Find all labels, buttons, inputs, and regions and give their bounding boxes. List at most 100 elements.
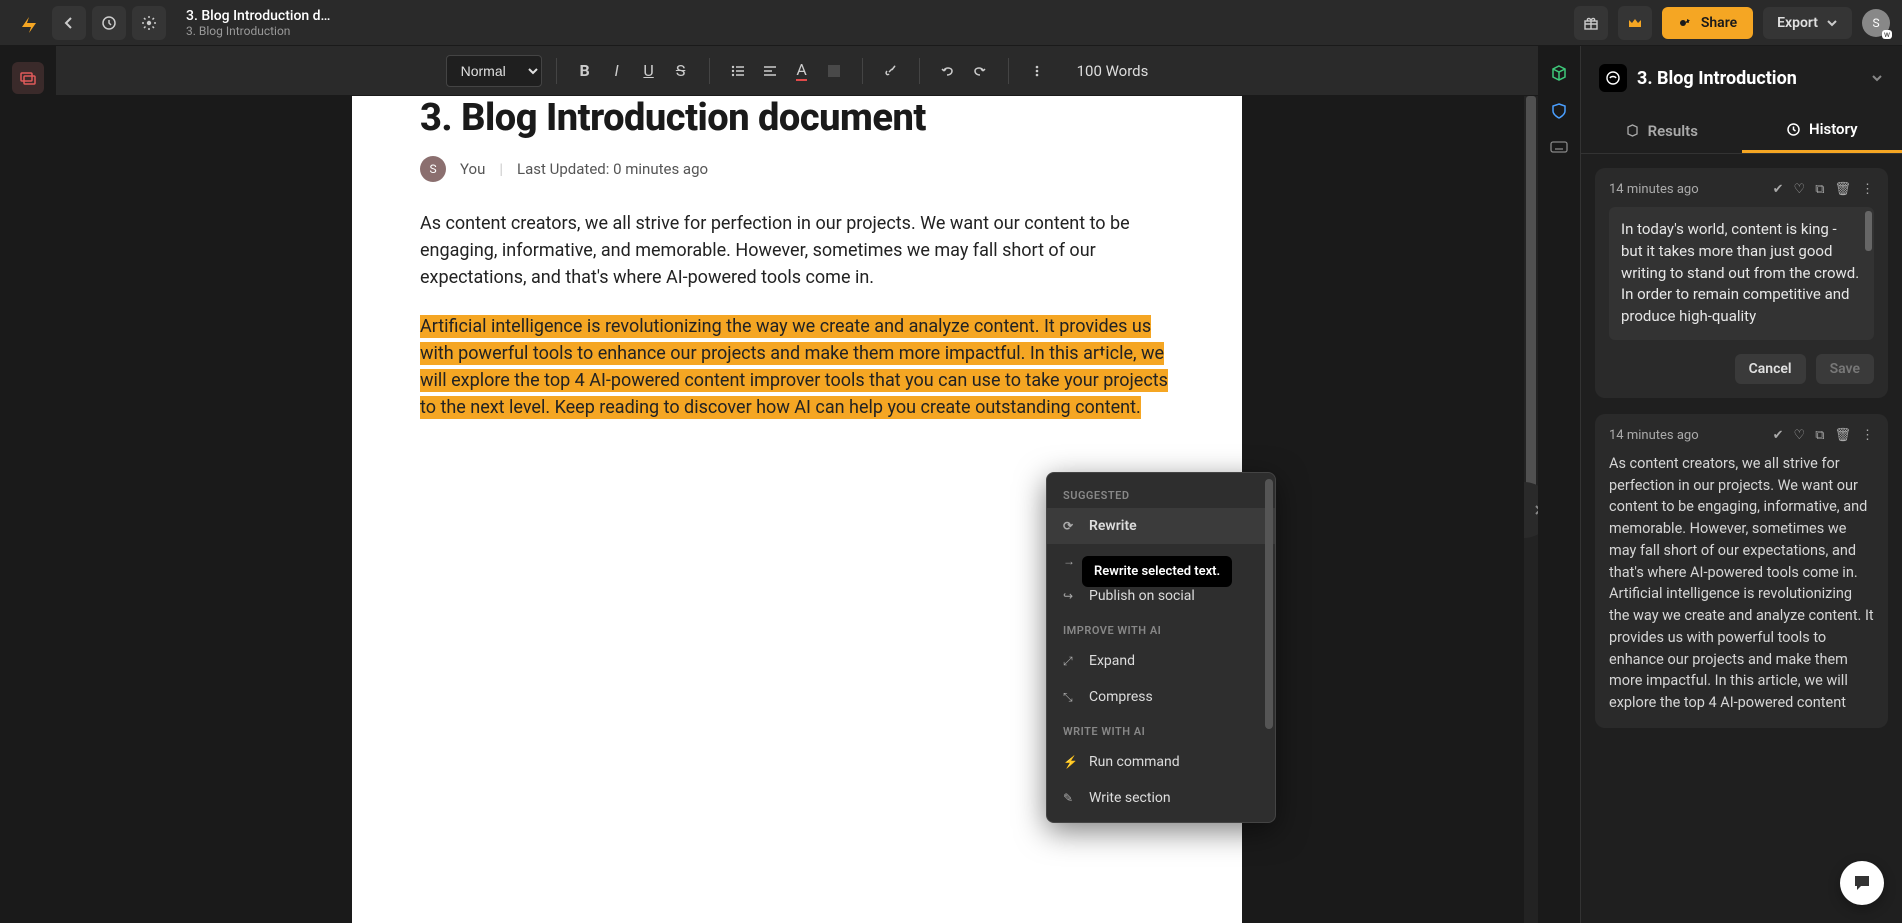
tab-history-label: History bbox=[1809, 120, 1858, 138]
app-logo[interactable] bbox=[12, 6, 46, 40]
tab-results[interactable]: Results bbox=[1581, 108, 1742, 153]
card-buttons: Cancel Save bbox=[1609, 354, 1874, 384]
save-button[interactable]: Save bbox=[1816, 354, 1874, 384]
card-header: 14 minutes ago ✔ ♡ ⧉ 🗑 ⋮ bbox=[1609, 428, 1874, 443]
text-color-button[interactable]: A bbox=[788, 57, 816, 85]
bullet-list-button[interactable] bbox=[724, 57, 752, 85]
tab-history[interactable]: History bbox=[1742, 108, 1902, 153]
heart-icon[interactable]: ♡ bbox=[1794, 182, 1806, 197]
redo-button[interactable] bbox=[966, 57, 994, 85]
share-button[interactable]: Share bbox=[1662, 7, 1753, 39]
last-updated: Last Updated: 0 minutes ago bbox=[517, 160, 708, 178]
top-left: 3. Blog Introduction d… 3. Blog Introduc… bbox=[12, 6, 330, 40]
gift-icon[interactable] bbox=[1574, 6, 1608, 40]
check-icon[interactable]: ✔ bbox=[1773, 428, 1784, 443]
author-name: You bbox=[460, 160, 485, 178]
export-button[interactable]: Export bbox=[1763, 7, 1852, 39]
underline-button[interactable]: U bbox=[635, 57, 663, 85]
paragraph-style-select[interactable]: Normal bbox=[446, 55, 542, 87]
history-icon[interactable] bbox=[92, 6, 126, 40]
panel-collapse-handle[interactable] bbox=[1524, 482, 1538, 538]
media-icon[interactable] bbox=[12, 62, 44, 94]
ctx-section-write: WRITE WITH AI bbox=[1047, 715, 1275, 744]
doc-title-area: 3. Blog Introduction d… 3. Blog Introduc… bbox=[186, 8, 330, 38]
paragraph-2-highlighted: Artificial intelligence is revolutionizi… bbox=[420, 313, 1174, 421]
share-arrow-icon: ↪ bbox=[1063, 589, 1077, 603]
divider bbox=[919, 58, 920, 84]
cancel-button[interactable]: Cancel bbox=[1735, 354, 1806, 384]
check-icon[interactable]: ✔ bbox=[1773, 182, 1784, 197]
panel-icon bbox=[1599, 64, 1627, 92]
ctx-run-command[interactable]: ⚡ Run command bbox=[1047, 744, 1275, 780]
panel-header: 3. Blog Introduction bbox=[1581, 46, 1902, 92]
trash-icon[interactable]: 🗑 bbox=[1834, 182, 1851, 197]
ctx-section-improve: IMPROVE WITH AI bbox=[1047, 614, 1275, 643]
divider bbox=[1008, 58, 1009, 84]
divider bbox=[862, 58, 863, 84]
heart-icon[interactable]: ♡ bbox=[1794, 428, 1806, 443]
ctx-write-section[interactable]: ✎Write section bbox=[1047, 780, 1275, 816]
editor-toolbar: Normal B I U S A 100 Words bbox=[56, 46, 1538, 96]
keyboard-icon[interactable] bbox=[1550, 140, 1568, 154]
chat-bubble[interactable] bbox=[1840, 861, 1884, 905]
panel-title: 3. Blog Introduction bbox=[1637, 68, 1860, 89]
author-avatar: S bbox=[420, 156, 446, 182]
card-actions: ✔ ♡ ⧉ 🗑 ⋮ bbox=[1773, 428, 1874, 443]
selection-handle[interactable] bbox=[1096, 355, 1105, 364]
context-scrollbar[interactable] bbox=[1265, 479, 1273, 729]
rewrite-tooltip: Rewrite selected text. bbox=[1082, 556, 1232, 587]
cube-small-icon bbox=[1625, 123, 1640, 138]
export-label: Export bbox=[1777, 15, 1818, 31]
card-timestamp: 14 minutes ago bbox=[1609, 428, 1773, 443]
sidebar-rail bbox=[1538, 46, 1580, 923]
highlight-button[interactable] bbox=[820, 57, 848, 85]
trash-icon[interactable]: 🗑 bbox=[1834, 428, 1851, 443]
refresh-icon: ⟳ bbox=[1063, 519, 1077, 533]
meta-separator: | bbox=[499, 160, 503, 178]
cube-icon[interactable] bbox=[1550, 64, 1568, 82]
more-icon[interactable]: ⋮ bbox=[1861, 428, 1874, 443]
link-button[interactable] bbox=[877, 57, 905, 85]
ctx-run-command-label: Run command bbox=[1089, 754, 1180, 770]
ctx-compress-label: Compress bbox=[1089, 689, 1153, 705]
card-scrollbar[interactable] bbox=[1865, 211, 1872, 251]
bold-button[interactable]: B bbox=[571, 57, 599, 85]
ctx-rewrite[interactable]: ⟳Rewrite bbox=[1047, 508, 1275, 544]
doc-title[interactable]: 3. Blog Introduction d… bbox=[186, 8, 330, 24]
settings-icon[interactable] bbox=[132, 6, 166, 40]
word-count: 100 Words bbox=[1077, 62, 1149, 80]
ctx-compress[interactable]: ⤡ Compress bbox=[1047, 679, 1275, 715]
compress-icon: ⤡ bbox=[1063, 690, 1077, 705]
copy-icon[interactable]: ⧉ bbox=[1815, 428, 1824, 443]
shield-icon[interactable] bbox=[1550, 102, 1568, 120]
pencil-icon: ✎ bbox=[1063, 791, 1077, 805]
align-button[interactable] bbox=[756, 57, 784, 85]
more-icon[interactable]: ⋮ bbox=[1861, 182, 1874, 197]
chevron-down-icon bbox=[1826, 17, 1838, 29]
paragraph-1: As content creators, we all strive for p… bbox=[420, 210, 1174, 291]
expand-icon: ⤢ bbox=[1063, 654, 1077, 669]
card-header: 14 minutes ago ✔ ♡ ⧉ 🗑 ⋮ bbox=[1609, 182, 1874, 197]
bolt-icon: ⚡ bbox=[1063, 755, 1077, 769]
user-avatar[interactable]: S w bbox=[1862, 9, 1890, 37]
ctx-expand[interactable]: ⤢Expand bbox=[1047, 643, 1275, 679]
back-button[interactable] bbox=[52, 6, 86, 40]
copy-icon[interactable]: ⧉ bbox=[1815, 182, 1824, 197]
doc-breadcrumb[interactable]: 3. Blog Introduction bbox=[186, 24, 330, 38]
history-card-2: 14 minutes ago ✔ ♡ ⧉ 🗑 ⋮ As content crea… bbox=[1595, 414, 1888, 728]
card-timestamp: 14 minutes ago bbox=[1609, 182, 1773, 197]
card-text: In today's world, content is king - but … bbox=[1609, 207, 1874, 340]
panel-tabs: Results History bbox=[1581, 108, 1902, 154]
right-panel: 3. Blog Introduction Results History 14 … bbox=[1580, 46, 1902, 923]
divider bbox=[556, 58, 557, 84]
document-page[interactable]: 3. Blog Introduction document S You | La… bbox=[352, 96, 1242, 923]
page-title: 3. Blog Introduction document bbox=[420, 96, 1174, 140]
strikethrough-button[interactable]: S bbox=[667, 57, 695, 85]
arrow-right-icon: → bbox=[1063, 554, 1077, 568]
crown-icon[interactable] bbox=[1618, 6, 1652, 40]
chevron-down-icon[interactable] bbox=[1870, 71, 1884, 85]
scrollbar-thumb[interactable] bbox=[1526, 96, 1536, 536]
more-button[interactable] bbox=[1023, 57, 1051, 85]
italic-button[interactable]: I bbox=[603, 57, 631, 85]
undo-button[interactable] bbox=[934, 57, 962, 85]
